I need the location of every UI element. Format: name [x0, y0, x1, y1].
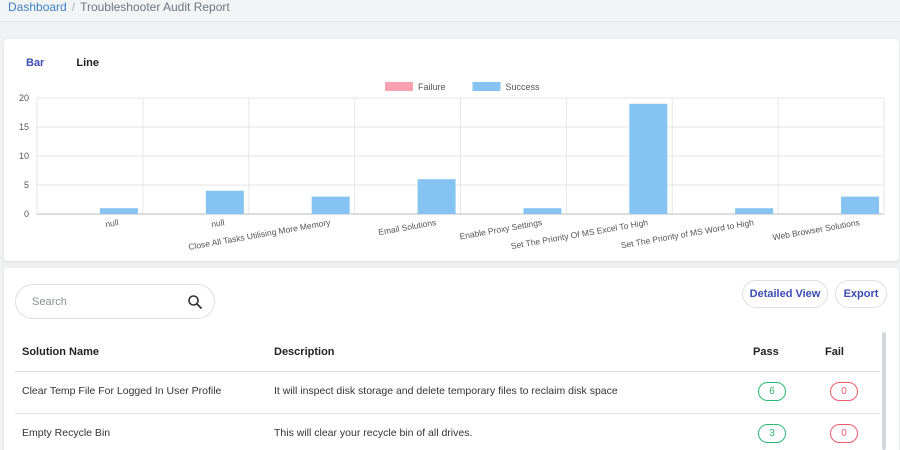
table-header: Solution Name Description Pass Fail	[15, 333, 880, 372]
x-tick-label: null	[210, 217, 225, 229]
breadcrumb-separator: /	[71, 0, 76, 14]
x-tick-label: null	[105, 217, 120, 229]
description-cell: This will clear your recycle bin of all …	[274, 427, 473, 439]
x-tick-label: Email Solutions	[377, 217, 436, 237]
bar-success	[735, 208, 774, 214]
tab-bar[interactable]: Bar	[26, 57, 44, 69]
legend-label-failure: Failure	[418, 82, 446, 92]
y-tick-label: 15	[19, 122, 29, 132]
legend-swatch-success	[472, 82, 501, 91]
tab-line[interactable]: Line	[76, 57, 99, 69]
fail-count-badge[interactable]: 0	[830, 382, 858, 401]
bar-success	[417, 179, 456, 214]
breadcrumb-current: Troubleshooter Audit Report	[80, 0, 230, 14]
solution-name-cell: Empty Recycle Bin	[22, 427, 111, 439]
column-header-solution-name[interactable]: Solution Name	[22, 346, 99, 358]
pass-count-badge[interactable]: 3	[758, 424, 786, 443]
table-scrollbar[interactable]	[882, 332, 886, 450]
x-tick-label: Close All Tasks Utilising More Memory	[188, 217, 332, 252]
search-input[interactable]	[32, 294, 182, 310]
x-tick-label: Web Browser Solutions	[772, 217, 861, 242]
fail-count-badge[interactable]: 0	[830, 424, 858, 443]
search-icon[interactable]	[187, 294, 203, 310]
bar-success	[99, 208, 138, 214]
bar-success	[311, 196, 350, 214]
bar-success	[629, 103, 668, 214]
search-box	[15, 284, 215, 319]
bar-success	[205, 190, 244, 214]
top-bar: Dashboard / Troubleshooter Audit Report	[0, 0, 900, 22]
bar-chart: 05101520null nullClose All Tasks Utilisin…	[19, 82, 885, 252]
solution-name-cell: Clear Temp File For Logged In User Profi…	[22, 385, 222, 397]
chart-type-tabs: Bar Line	[26, 57, 99, 69]
table-row[interactable]: Clear Temp File For Logged In User Profi…	[15, 372, 880, 414]
y-tick-label: 20	[19, 93, 29, 103]
column-header-fail[interactable]: Fail	[825, 346, 844, 358]
pass-count-badge[interactable]: 6	[758, 382, 786, 401]
column-header-pass[interactable]: Pass	[753, 346, 779, 358]
bar-success	[841, 196, 880, 214]
description-cell: It will inspect disk storage and delete …	[274, 385, 618, 397]
export-button[interactable]: Export	[835, 280, 887, 308]
legend-label-success: Success	[506, 82, 541, 92]
y-tick-label: 5	[24, 180, 29, 190]
breadcrumb: Dashboard / Troubleshooter Audit Report	[8, 0, 230, 14]
bar-success	[523, 208, 562, 214]
detailed-view-button[interactable]: Detailed View	[742, 280, 828, 308]
breadcrumb-dashboard-link[interactable]: Dashboard	[8, 0, 67, 14]
column-header-description[interactable]: Description	[274, 346, 335, 358]
legend-swatch-failure	[385, 82, 413, 91]
y-tick-label: 10	[19, 151, 29, 161]
table-row[interactable]: Empty Recycle Bin This will clear your r…	[15, 414, 880, 450]
y-tick-label: 0	[24, 209, 29, 219]
